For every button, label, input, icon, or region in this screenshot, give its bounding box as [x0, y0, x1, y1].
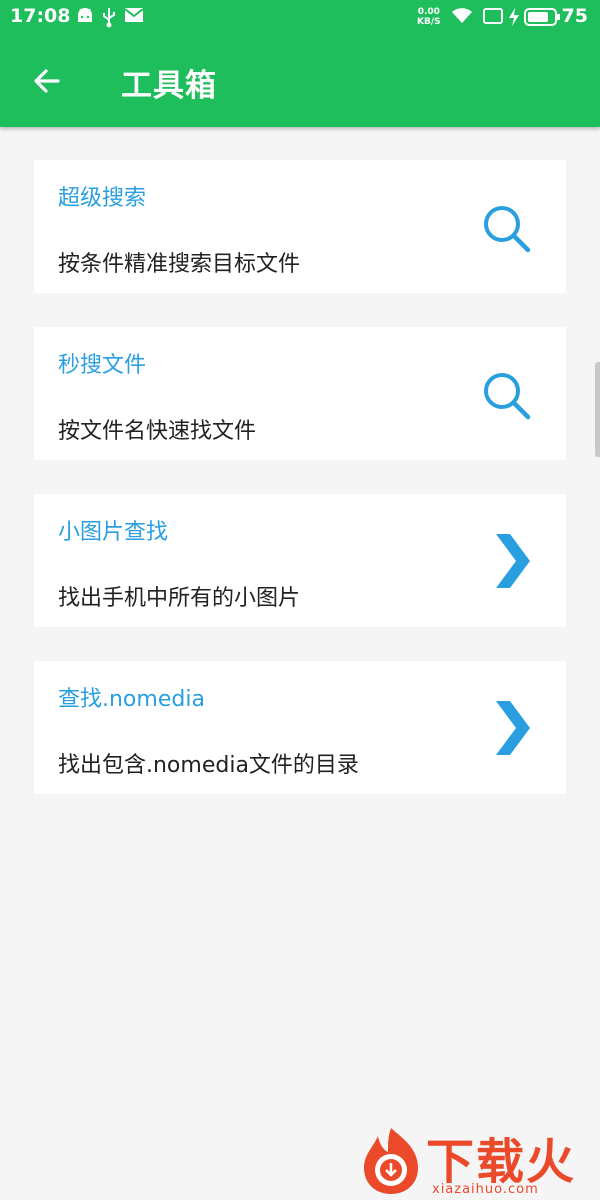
- net-speed: 0.00 KB/S: [417, 7, 441, 27]
- card-title: 查找.nomedia: [58, 687, 205, 712]
- back-button[interactable]: [22, 56, 72, 106]
- charging-icon: [508, 8, 520, 31]
- card-small-image-finder[interactable]: 小图片查找 找出手机中所有的小图片: [34, 494, 566, 627]
- search-icon: [484, 206, 531, 253]
- flame-logo-icon: [364, 1128, 418, 1194]
- card-title: 小图片查找: [58, 520, 169, 545]
- android-icon: [75, 6, 95, 31]
- status-bar: 17:08 0.00 KB/S 75: [0, 0, 600, 34]
- watermark: 下载火 xiazaihuo.com: [354, 1120, 600, 1200]
- card-description: 找出手机中所有的小图片: [58, 586, 301, 611]
- card-quick-file-search[interactable]: 秒搜文件 按文件名快速找文件: [34, 327, 566, 460]
- card-description: 按条件精准搜索目标文件: [58, 252, 301, 277]
- card-title: 秒搜文件: [58, 353, 147, 378]
- usb-icon: [100, 6, 118, 33]
- arrow-left-icon: [34, 69, 60, 93]
- app-header: 17:08 0.00 KB/S 75 工具箱: [0, 0, 600, 127]
- wifi-icon: [450, 5, 474, 30]
- card-title: 超级搜索: [58, 186, 147, 211]
- net-speed-value: 0.00: [417, 7, 440, 17]
- search-icon: [484, 373, 531, 420]
- card-description: 找出包含.nomedia文件的目录: [58, 753, 359, 778]
- card-nomedia-finder[interactable]: 查找.nomedia 找出包含.nomedia文件的目录: [34, 661, 566, 794]
- page-title: 工具箱: [121, 68, 217, 104]
- chevron-right-icon: [496, 701, 530, 755]
- card-super-search[interactable]: 超级搜索 按条件精准搜索目标文件: [34, 160, 566, 293]
- watermark-domain: xiazaihuo.com: [432, 1182, 539, 1197]
- scrollbar[interactable]: [595, 362, 600, 457]
- battery-icon: [524, 8, 560, 31]
- mail-icon: [124, 6, 144, 29]
- screen-icon: [482, 6, 504, 31]
- toolbar: 工具箱: [0, 34, 600, 127]
- chevron-right-icon: [496, 534, 530, 588]
- card-description: 按文件名快速找文件: [58, 419, 257, 444]
- status-time: 17:08: [10, 5, 71, 27]
- net-speed-unit: KB/S: [417, 17, 441, 27]
- battery-level: 75: [561, 5, 588, 27]
